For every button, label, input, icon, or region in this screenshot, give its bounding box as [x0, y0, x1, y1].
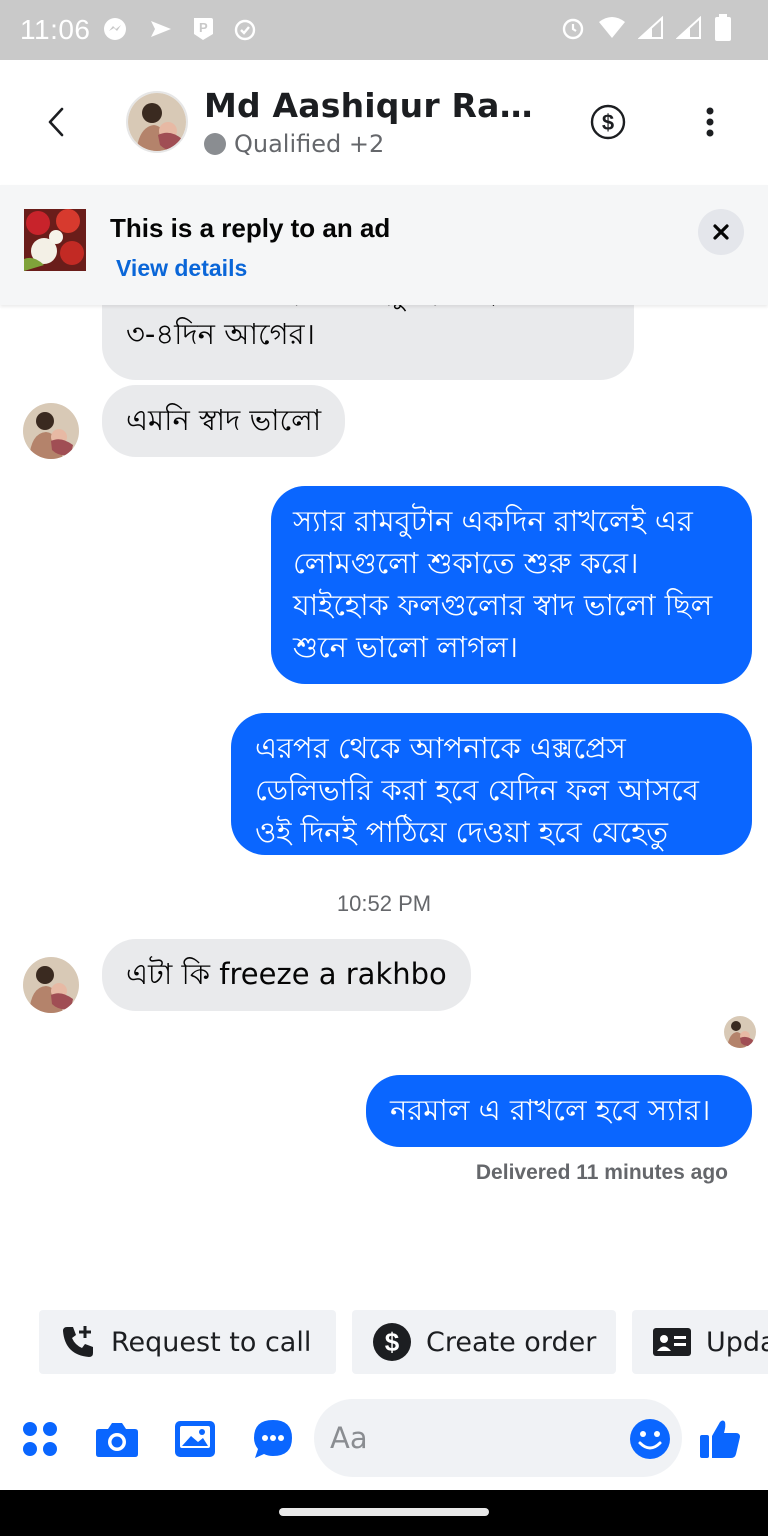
view-details-link[interactable]: View details: [116, 255, 247, 282]
svg-text:$: $: [385, 1327, 400, 1357]
message-line: লোমগুলো শুকাতে শুরু করে।: [293, 546, 639, 580]
parking-icon: P: [190, 16, 216, 42]
message-incoming[interactable]: এটা কি freeze a rakhbo: [102, 939, 471, 1011]
emoji-button[interactable]: [628, 1417, 672, 1461]
signal-icon: [637, 15, 664, 45]
message-text: এটা কি freeze a rakhbo: [126, 957, 447, 991]
message-line: ডেলিভারি করা হবে যেদিন ফল আসবে: [255, 773, 699, 807]
contact-status[interactable]: Qualified +2: [204, 130, 384, 158]
create-order-label: Create order: [426, 1326, 597, 1358]
message-outgoing[interactable]: নরমাল এ রাখলে হবে স্যার।: [366, 1075, 752, 1147]
message-text: এমনি স্বাদ ভালো: [126, 403, 322, 437]
message-line: এরপর থেকে আপনাকে এক্সপ্রেস: [255, 731, 626, 765]
gallery-button[interactable]: [173, 1417, 217, 1461]
contact-avatar-small[interactable]: [23, 957, 79, 1013]
battery-icon: [714, 14, 732, 47]
wifi-icon: [598, 16, 626, 45]
message-outgoing[interactable]: স্যার রামবুটান একদিন রাখলেই এর লোমগুলো শ…: [271, 486, 752, 684]
status-bar: 11:06 P: [0, 0, 768, 60]
message-timestamp: 10:52 PM: [336, 891, 432, 916]
message-input[interactable]: [314, 1399, 682, 1477]
ad-title: This is a reply to an ad: [110, 213, 391, 243]
grid-icon: [23, 1422, 57, 1456]
system-nav-bar: [0, 1490, 768, 1536]
alarm-icon: [232, 16, 258, 42]
image-icon: [175, 1421, 215, 1457]
composer-bar: [0, 1395, 768, 1485]
ad-thumbnail[interactable]: [24, 209, 86, 271]
update-button[interactable]: Upda: [632, 1310, 768, 1374]
alarm-clock-icon: [560, 15, 586, 46]
status-right-icons: [560, 14, 732, 47]
conversation[interactable]: পাবেনা ফ্রেশ হবে যেহেতু হয়েছে ৩-৪দিন আগ…: [0, 305, 768, 1305]
chat-header: Md Aashiqur Rahm... Qualified +2 $: [0, 60, 768, 185]
back-button[interactable]: [36, 100, 76, 144]
message-incoming[interactable]: এমনি স্বাদ ভালো: [102, 385, 346, 457]
back-icon: [48, 107, 64, 137]
saved-replies-button[interactable]: [251, 1417, 295, 1461]
message-line: পাবেনা ফ্রেশ হবে যেহেতু হয়েছে: [126, 305, 610, 313]
dollar-circle-icon: $: [373, 1323, 411, 1361]
read-receipt-avatar: [724, 1016, 756, 1048]
signal-icon-2: [675, 15, 702, 45]
quick-actions-bar: Request to call $ Create order Upda: [0, 1310, 768, 1374]
create-order-button[interactable]: $ Create order: [352, 1310, 616, 1374]
message-line: শুনে ভালো লাগল।: [293, 630, 519, 664]
camera-icon: [96, 1423, 138, 1457]
status-time: 11:06: [20, 14, 91, 45]
more-button[interactable]: [690, 100, 730, 144]
dollar-icon: $: [590, 104, 626, 140]
status-dot: [204, 133, 226, 155]
request-call-label: Request to call: [111, 1326, 312, 1358]
request-call-button[interactable]: Request to call: [39, 1310, 336, 1374]
contact-name[interactable]: Md Aashiqur Rahm...: [204, 86, 549, 125]
more-icon: [706, 107, 714, 137]
message-line: স্যার রামবুটান একদিন রাখলেই এর: [293, 504, 693, 538]
contact-avatar-small[interactable]: [23, 403, 79, 459]
message-text: নরমাল এ রাখলে হবে স্যার।: [390, 1093, 711, 1127]
ad-reply-banner: This is a reply to an ad View details: [0, 185, 768, 305]
like-button[interactable]: [698, 1417, 742, 1461]
message-incoming[interactable]: পাবেনা ফ্রেশ হবে যেহেতু হয়েছে ৩-৪দিন আগ…: [102, 305, 634, 380]
contact-card-icon: [653, 1328, 691, 1356]
camera-button[interactable]: [95, 1417, 139, 1461]
contact-status-label: Qualified +2: [234, 130, 385, 158]
message-outgoing[interactable]: এরপর থেকে আপনাকে এক্সপ্রেস ডেলিভারি করা …: [231, 713, 752, 855]
menu-grid-button[interactable]: [18, 1417, 62, 1461]
close-icon: [713, 224, 729, 240]
messenger-icon: [102, 16, 128, 42]
message-line: যাইহোক ফলগুলোর স্বাদ ভালো ছিল: [293, 588, 713, 622]
svg-text:P: P: [199, 20, 208, 35]
update-label: Upda: [706, 1326, 768, 1358]
emoji-icon: [630, 1419, 670, 1459]
contact-avatar[interactable]: [126, 91, 188, 153]
chat-bubble-icon: [254, 1420, 292, 1458]
payment-button[interactable]: $: [588, 102, 628, 142]
message-line: ৩-৪দিন আগের।: [126, 317, 316, 351]
delivery-status: Delivered 11 minutes ago: [475, 1161, 728, 1184]
home-gesture-pill[interactable]: [279, 1508, 489, 1516]
close-ad-button[interactable]: [698, 209, 744, 255]
message-line: ওই দিনই পাঠিয়ে দেওয়া হবে যেহেতু: [255, 815, 669, 849]
thumbs-up-icon: [700, 1420, 740, 1458]
phone-add-icon: [63, 1326, 93, 1357]
svg-text:$: $: [602, 110, 614, 135]
send-icon: [148, 16, 174, 42]
